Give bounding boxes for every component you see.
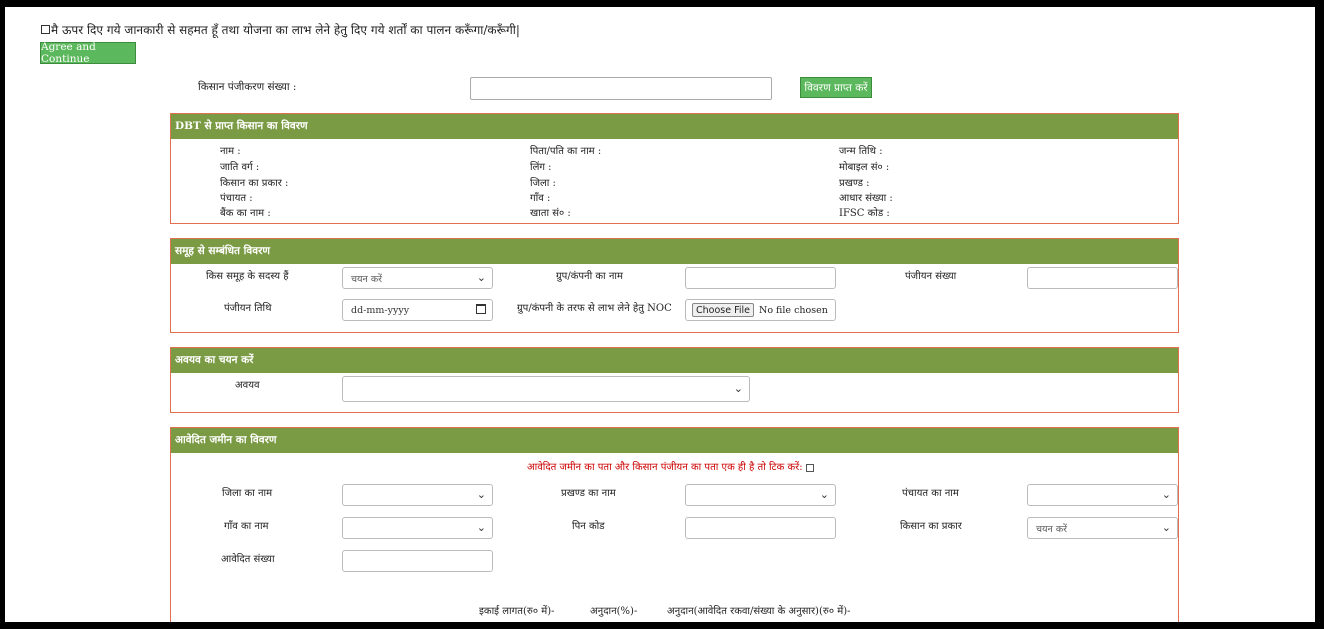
dbt-mobile-label: मोबाइल सं० :: [839, 162, 890, 173]
district-label: जिला का नाम: [222, 488, 273, 499]
dbt-dob-label: जन्म तिथि :: [839, 146, 883, 157]
unit-cost-label: इकाई लागत(रु० में)-: [479, 606, 555, 617]
dbt-panchayat-label: पंचायत :: [220, 193, 253, 204]
farmer-type-label: किसान का प्रकार: [900, 521, 962, 532]
chevron-down-icon: ⌄: [733, 382, 743, 395]
same-address-checkbox[interactable]: [805, 463, 814, 472]
company-name-label: ग्रुप/कंपनी का नाम: [556, 271, 623, 282]
registration-label: किसान पंजीकरण संख्या :: [198, 81, 297, 93]
subsidy-amount-label: अनुदान(आवेदित रकवा/संख्या के अनुसार)(रु०…: [667, 606, 851, 617]
agree-continue-button[interactable]: Agree and Continue: [40, 41, 136, 65]
same-address-text: आवेदित जमीन का पता और किसान पंजीयन का पत…: [527, 462, 803, 473]
dbt-bank-label: बैंक का नाम :: [220, 208, 271, 219]
group-member-label: किस समूह के सदस्य हैं: [206, 271, 289, 282]
district-select[interactable]: ⌄: [342, 484, 493, 506]
consent-text: मै ऊपर दिए गये जानकारी से सहमत हूँ तथा य…: [51, 23, 520, 37]
chevron-down-icon: ⌄: [1161, 521, 1171, 534]
group-member-value: चयन करें: [351, 273, 383, 285]
dbt-account-label: खाता सं० :: [530, 208, 571, 219]
dbt-block-label: प्रखण्ड :: [839, 178, 870, 189]
group-reg-date-label: पंजीयन तिथि: [224, 303, 272, 314]
applied-count-input[interactable]: [342, 550, 493, 572]
noc-file-input[interactable]: Choose File No file chosen: [685, 299, 836, 321]
dbt-district-label: जिला :: [530, 178, 556, 189]
consent-row: मै ऊपर दिए गये जानकारी से सहमत हूँ तथा य…: [41, 21, 520, 38]
component-panel-title: अवयव का चयन करें: [171, 348, 1178, 373]
group-reg-no-label: पंजीयन संख्या: [905, 271, 957, 282]
chevron-down-icon: ⌄: [1161, 488, 1171, 501]
block-select[interactable]: ⌄: [685, 484, 836, 506]
component-select[interactable]: ⌄: [342, 376, 750, 402]
dbt-farmer-type-label: किसान का प्रकार :: [220, 178, 289, 189]
village-select[interactable]: ⌄: [342, 517, 493, 539]
noc-label: ग्रुप/कंपनी के तरफ से लाभ लेने हेतु NOC: [517, 303, 672, 314]
dbt-father-label: पिता/पति का नाम :: [530, 146, 602, 157]
pin-code-input[interactable]: [685, 517, 836, 539]
applied-count-label: आवेदित संख्या: [221, 554, 275, 565]
dbt-panel-title: DBT से प्राप्त किसान का विवरण: [171, 114, 1178, 139]
group-member-select[interactable]: चयन करें ⌄: [342, 267, 493, 289]
chevron-down-icon: ⌄: [476, 488, 486, 501]
page-frame: मै ऊपर दिए गये जानकारी से सहमत हूँ तथा य…: [5, 7, 1315, 622]
panchayat-select[interactable]: ⌄: [1027, 484, 1178, 506]
registration-input[interactable]: [470, 77, 772, 100]
village-label: गाँव का नाम: [224, 521, 269, 532]
pin-code-label: पिन कोड: [572, 521, 605, 532]
group-reg-no-input[interactable]: [1027, 267, 1178, 289]
dbt-caste-label: जाति वर्ग :: [220, 162, 260, 173]
dbt-aadhaar-label: आधार संख्या :: [839, 193, 893, 204]
farmer-type-select[interactable]: चयन करें ⌄: [1027, 517, 1178, 539]
date-placeholder: dd-mm-yyyy: [351, 304, 410, 316]
panchayat-label: पंचायत का नाम: [902, 488, 959, 499]
no-file-text: No file chosen: [759, 304, 828, 316]
chevron-down-icon: ⌄: [819, 488, 829, 501]
subsidy-percent-label: अनुदान(%)-: [590, 606, 638, 617]
farmer-type-value: चयन करें: [1036, 523, 1068, 535]
dbt-name-label: नाम :: [220, 146, 241, 157]
group-reg-date-input[interactable]: dd-mm-yyyy: [342, 299, 493, 321]
fetch-details-button[interactable]: विवरण प्राप्त करें: [800, 77, 872, 98]
calendar-icon[interactable]: [476, 304, 486, 314]
company-name-input[interactable]: [685, 267, 836, 289]
group-panel-title: समूह से सम्बंधित विवरण: [171, 239, 1178, 264]
land-panel-title: आवेदित जमीन का विवरण: [171, 428, 1178, 453]
component-label: अवयव: [235, 380, 260, 391]
same-address-note: आवेदित जमीन का पता और किसान पंजीयन का पत…: [527, 459, 814, 473]
group-details-panel: समूह से सम्बंधित विवरण किस समूह के सदस्य…: [170, 238, 1179, 333]
land-details-panel: आवेदित जमीन का विवरण आवेदित जमीन का पता …: [170, 427, 1179, 622]
choose-file-button[interactable]: Choose File: [692, 303, 754, 317]
consent-checkbox[interactable]: [41, 25, 50, 34]
dbt-details-panel: DBT से प्राप्त किसान का विवरण नाम : जाति…: [170, 113, 1179, 224]
block-label: प्रखण्ड का नाम: [561, 488, 616, 499]
chevron-down-icon: ⌄: [476, 521, 486, 534]
dbt-village-label: गाँव :: [530, 193, 551, 204]
chevron-down-icon: ⌄: [476, 271, 486, 284]
dbt-ifsc-label: IFSC कोड :: [839, 208, 890, 219]
component-panel: अवयव का चयन करें अवयव ⌄: [170, 347, 1179, 413]
dbt-gender-label: लिंग :: [530, 162, 552, 173]
